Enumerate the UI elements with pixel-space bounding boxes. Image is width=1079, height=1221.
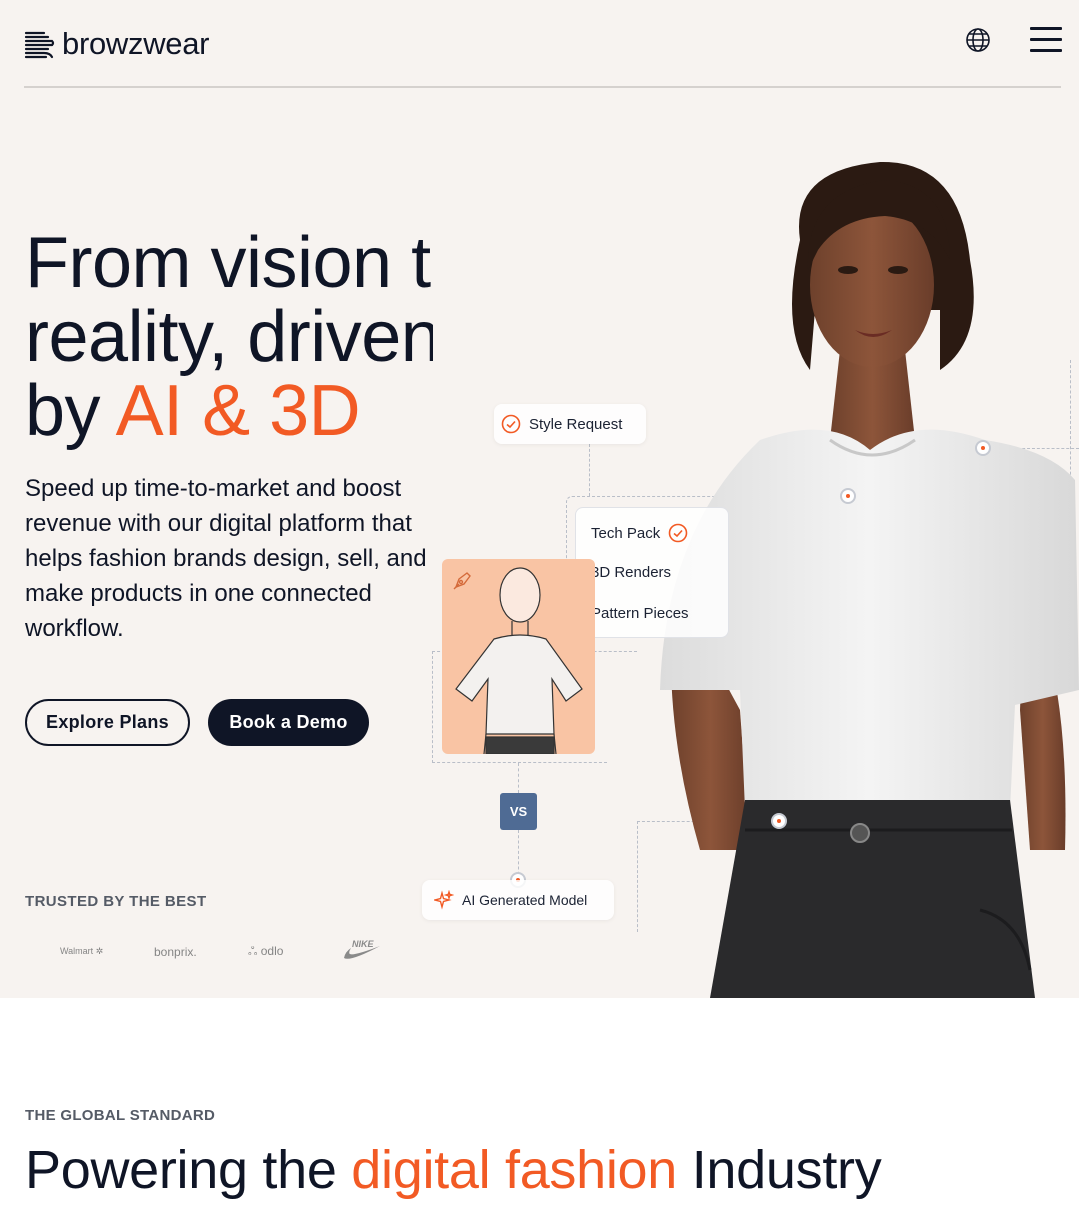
check-circle-icon (668, 523, 688, 543)
header-divider (24, 86, 1061, 88)
connector-line (518, 763, 519, 793)
bonprix-logo: bonprix. (154, 944, 197, 959)
style-request-chip: Style Request (494, 404, 646, 444)
hotspot-dot[interactable] (975, 440, 991, 456)
browzwear-logo-icon (24, 31, 55, 59)
hero-subtext: Speed up time-to-market and boost revenu… (25, 475, 427, 642)
section-title: Powering the digital fashion Industry (25, 1140, 882, 1200)
walmart-logo: Walmart ✲ (60, 946, 104, 956)
svg-text:NIKE: NIKE (352, 939, 374, 949)
section-title-accent: digital fashion (351, 1140, 678, 1200)
nike-logo: NIKE (342, 938, 402, 965)
headline-line: by AI & 3D (25, 371, 361, 451)
hero-text-column: From vision to reality, driven by AI & 3… (25, 226, 433, 986)
connector-line (589, 444, 590, 496)
odlo-logo: ஃ odlo (248, 943, 284, 958)
hamburger-menu-icon[interactable] (1030, 27, 1062, 53)
sketch-card (442, 559, 595, 754)
vs-badge: VS (500, 793, 537, 830)
hero-section: browzwear From vision to reality, driven… (0, 0, 1079, 998)
panel-item-pattern-pieces: Pattern Pieces (591, 605, 689, 622)
deliverables-panel: Tech Pack 3D Renders Pattern Pieces (575, 507, 729, 638)
hotspot-dot[interactable] (840, 488, 856, 504)
check-circle-icon (501, 414, 521, 434)
book-demo-button[interactable]: Book a Demo (208, 699, 369, 746)
ai-model-chip: AI Generated Model (422, 880, 614, 920)
explore-plans-button[interactable]: Explore Plans (25, 699, 190, 746)
brand-logos: Walmart ✲ bonprix. ஃ odlo NIKE (60, 938, 402, 965)
headline-line: reality, driven (25, 297, 433, 377)
headline-line: From vision to (25, 226, 433, 303)
panel-item-tech-pack: Tech Pack (591, 523, 688, 543)
hero-headline: From vision to reality, driven by AI & 3… (25, 226, 433, 448)
trusted-label: TRUSTED BY THE BEST (25, 893, 207, 910)
brand-name: browzwear (62, 26, 210, 61)
panel-item-3d-renders: 3D Renders (591, 564, 672, 581)
pen-tool-icon (453, 572, 471, 590)
sparkle-icon (434, 890, 454, 910)
hotspot-dot[interactable] (771, 813, 787, 829)
globe-icon[interactable] (965, 27, 991, 53)
headline-accent: AI & 3D (115, 371, 361, 451)
browzwear-logo[interactable]: browzwear (24, 26, 209, 62)
section-label: THE GLOBAL STANDARD (25, 1107, 216, 1124)
